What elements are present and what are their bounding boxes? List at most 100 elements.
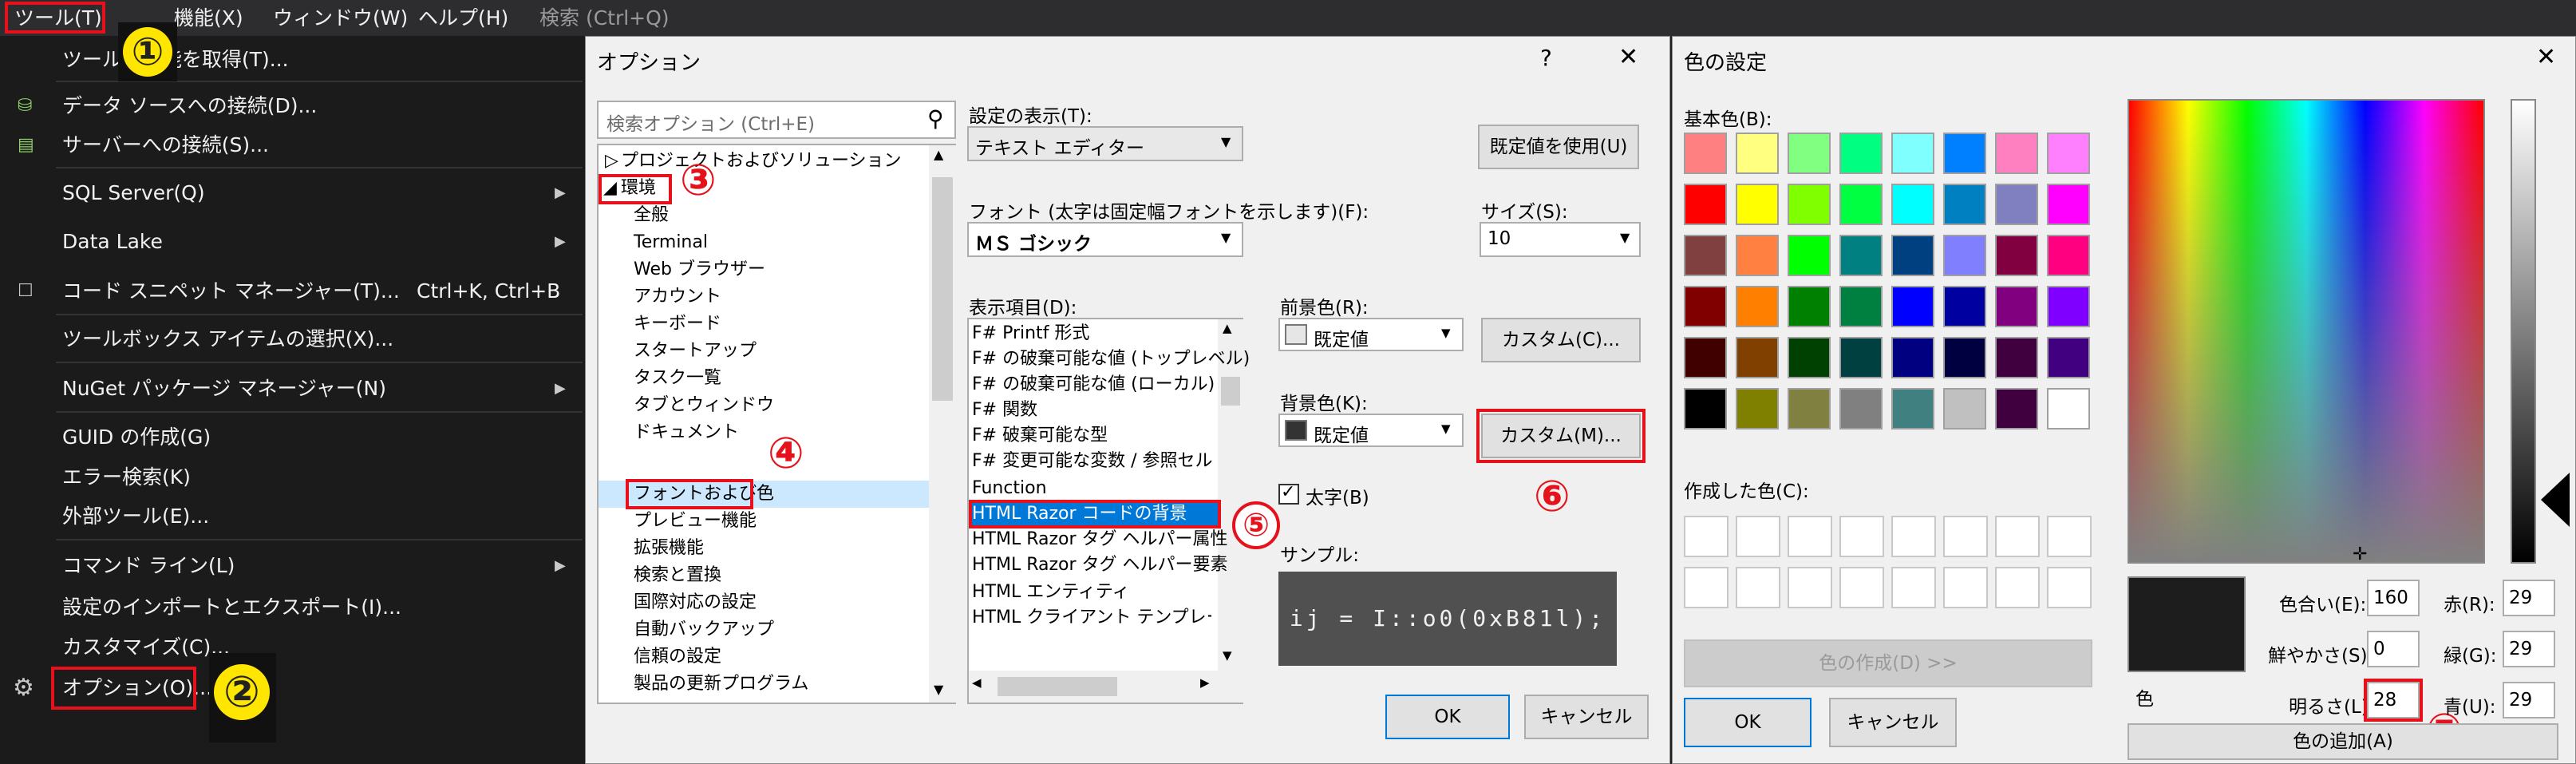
basic-color-swatch[interactable] [1788, 133, 1831, 174]
tree-item-updates[interactable]: 製品の更新プログラム [634, 671, 808, 697]
color-spectrum[interactable]: ✛ [2128, 99, 2485, 564]
basic-color-swatch[interactable] [1788, 184, 1831, 225]
menu-item-snippet-manager[interactable]: コード スニペット マネージャー(T)... [62, 275, 400, 307]
add-color-button[interactable]: 色の追加(A) [2128, 723, 2558, 760]
basic-color-swatch[interactable] [1684, 133, 1727, 174]
custom-color-slot[interactable] [1995, 567, 2040, 608]
list-item[interactable]: F# の破棄可能な値 (ローカル) [972, 372, 1215, 398]
tree-item-international[interactable]: 国際対応の設定 [634, 590, 757, 616]
basic-color-swatch[interactable] [1839, 388, 1883, 430]
basic-color-swatch[interactable] [1684, 388, 1727, 430]
menu-item-nuget[interactable]: NuGet パッケージ マネージャー(N) [62, 373, 386, 405]
basic-color-swatch[interactable] [1684, 184, 1727, 225]
basic-color-swatch[interactable] [1891, 286, 1934, 327]
custom-color-slot[interactable] [2047, 567, 2092, 608]
tree-item-startup[interactable]: スタートアップ [634, 338, 757, 364]
custom-fg-button[interactable]: カスタム(C)... [1481, 318, 1641, 362]
menu-item-connect-data[interactable]: データ ソースへの接続(D)... [62, 90, 317, 122]
basic-color-swatch[interactable] [1736, 184, 1779, 225]
menu-item-data-lake[interactable]: Data Lake [62, 226, 163, 258]
menu-item-connect-server[interactable]: サーバーへの接続(S)... [62, 129, 269, 161]
custom-color-slot[interactable] [1891, 567, 1936, 608]
list-item[interactable]: F# 関数 [972, 398, 1037, 423]
basic-color-swatch[interactable] [2047, 235, 2090, 276]
tree-scrollbar[interactable]: ▲ ▼ [929, 145, 956, 703]
options-search-input[interactable]: 検索オプション (Ctrl+E) ⚲ [597, 101, 956, 139]
basic-color-swatch[interactable] [1891, 184, 1934, 225]
close-button[interactable]: ✕ [1618, 43, 1638, 71]
menu-item-external-tools[interactable]: 外部ツール(E)... [62, 501, 209, 532]
custom-color-slot[interactable] [1788, 516, 1832, 557]
basic-color-swatch[interactable] [1839, 184, 1883, 225]
custom-color-slot[interactable] [2047, 516, 2092, 557]
tree-item-autobackup[interactable]: 自動バックアップ [634, 617, 774, 643]
menu-help[interactable]: ヘルプ(H) [418, 0, 508, 36]
custom-color-slot[interactable] [1943, 567, 1988, 608]
basic-color-swatch[interactable] [1891, 133, 1934, 174]
basic-color-swatch[interactable] [1684, 286, 1727, 327]
basic-color-swatch[interactable] [1943, 133, 1986, 174]
use-default-button[interactable]: 既定値を使用(U) [1478, 125, 1639, 169]
basic-color-swatch[interactable] [2047, 337, 2090, 378]
menu-item-toolbox[interactable]: ツールボックス アイテムの選択(X)... [62, 323, 393, 355]
basic-color-swatch[interactable] [1839, 286, 1883, 327]
tree-item-account[interactable]: アカウント [634, 284, 721, 310]
basic-color-swatch[interactable] [1943, 337, 1986, 378]
list-item[interactable]: F# 破棄可能な型 [972, 423, 1108, 449]
tree-item-general[interactable]: 全般 [634, 203, 669, 228]
basic-color-swatch[interactable] [2047, 184, 2090, 225]
basic-color-swatch[interactable] [1995, 184, 2038, 225]
custom-color-slot[interactable] [1736, 516, 1780, 557]
menu-features[interactable]: 機能(X) [174, 0, 243, 36]
basic-color-swatch[interactable] [1891, 388, 1934, 430]
fg-color-select[interactable]: 既定値 ▼ [1278, 318, 1464, 351]
menu-item-command-line[interactable]: コマンド ライン(L) [62, 550, 235, 582]
help-button[interactable]: ? [1540, 45, 1552, 71]
search-box[interactable]: 検索 (Ctrl+Q) [539, 0, 670, 36]
custom-color-slot[interactable] [1995, 516, 2040, 557]
basic-color-swatch[interactable] [1943, 235, 1986, 276]
bg-color-select[interactable]: 既定値 ▼ [1278, 414, 1464, 447]
hue-input[interactable]: 160 [2367, 580, 2420, 616]
basic-color-swatch[interactable] [1995, 337, 2038, 378]
list-item[interactable]: F# 変更可能な変数 / 参照セル [972, 449, 1212, 474]
basic-color-swatch[interactable] [1995, 235, 2038, 276]
tree-item-task-list[interactable]: タスク一覧 [634, 366, 721, 391]
cancel-button[interactable]: キャンセル [1829, 698, 1957, 747]
tree-item-trust[interactable]: 信頼の設定 [634, 644, 721, 670]
ok-button[interactable]: OK [1684, 698, 1811, 747]
show-settings-select[interactable]: テキスト エディター ▼ [967, 126, 1243, 161]
tree-expand-icon[interactable]: ▷ [605, 148, 618, 174]
basic-color-swatch[interactable] [1839, 337, 1883, 378]
custom-color-slot[interactable] [1684, 516, 1729, 557]
menu-window[interactable]: ウィンドウ(W) [273, 0, 408, 36]
menu-item-guid[interactable]: GUID の作成(G) [62, 422, 211, 453]
custom-color-slot[interactable] [1736, 567, 1780, 608]
tree-item-web-browser[interactable]: Web ブラウザー [634, 257, 765, 283]
tree-item-keyboard[interactable]: キーボード [634, 311, 721, 337]
basic-color-swatch[interactable] [1736, 337, 1779, 378]
define-custom-button[interactable]: 色の作成(D) >> [1684, 639, 2092, 687]
menu-item-sql-server[interactable]: SQL Server(Q) [62, 177, 205, 209]
basic-color-swatch[interactable] [1943, 286, 1986, 327]
ok-button[interactable]: OK [1385, 695, 1510, 739]
options-tree[interactable]: ▲ ▼ ▷ プロジェクトおよびソリューション ◢ 環境 全般 Terminal … [597, 144, 956, 704]
basic-color-swatch[interactable] [1788, 235, 1831, 276]
font-select[interactable]: ＭＳ ゴシック ▼ [967, 222, 1243, 257]
basic-color-swatch[interactable] [1891, 235, 1934, 276]
custom-color-slot[interactable] [1943, 516, 1988, 557]
luminance-arrow-icon[interactable] [2541, 473, 2570, 527]
custom-color-slot[interactable] [1788, 567, 1832, 608]
red-input[interactable]: 29 [2503, 580, 2555, 616]
bold-checkbox[interactable]: ✓ [1278, 482, 1299, 505]
custom-color-slot[interactable] [1839, 516, 1884, 557]
custom-color-slot[interactable] [1891, 516, 1936, 557]
basic-color-swatch[interactable] [1891, 337, 1934, 378]
scrollbar-thumb[interactable] [932, 177, 953, 401]
list-item[interactable]: F# の破棄可能な値 (トップレベル) [972, 346, 1250, 372]
basic-color-swatch[interactable] [1995, 388, 2038, 430]
list-item[interactable]: F# Printf 形式 [972, 321, 1089, 346]
tree-item-find-replace[interactable]: 検索と置換 [634, 563, 721, 588]
cancel-button[interactable]: キャンセル [1524, 695, 1649, 739]
basic-color-swatch[interactable] [1995, 286, 2038, 327]
